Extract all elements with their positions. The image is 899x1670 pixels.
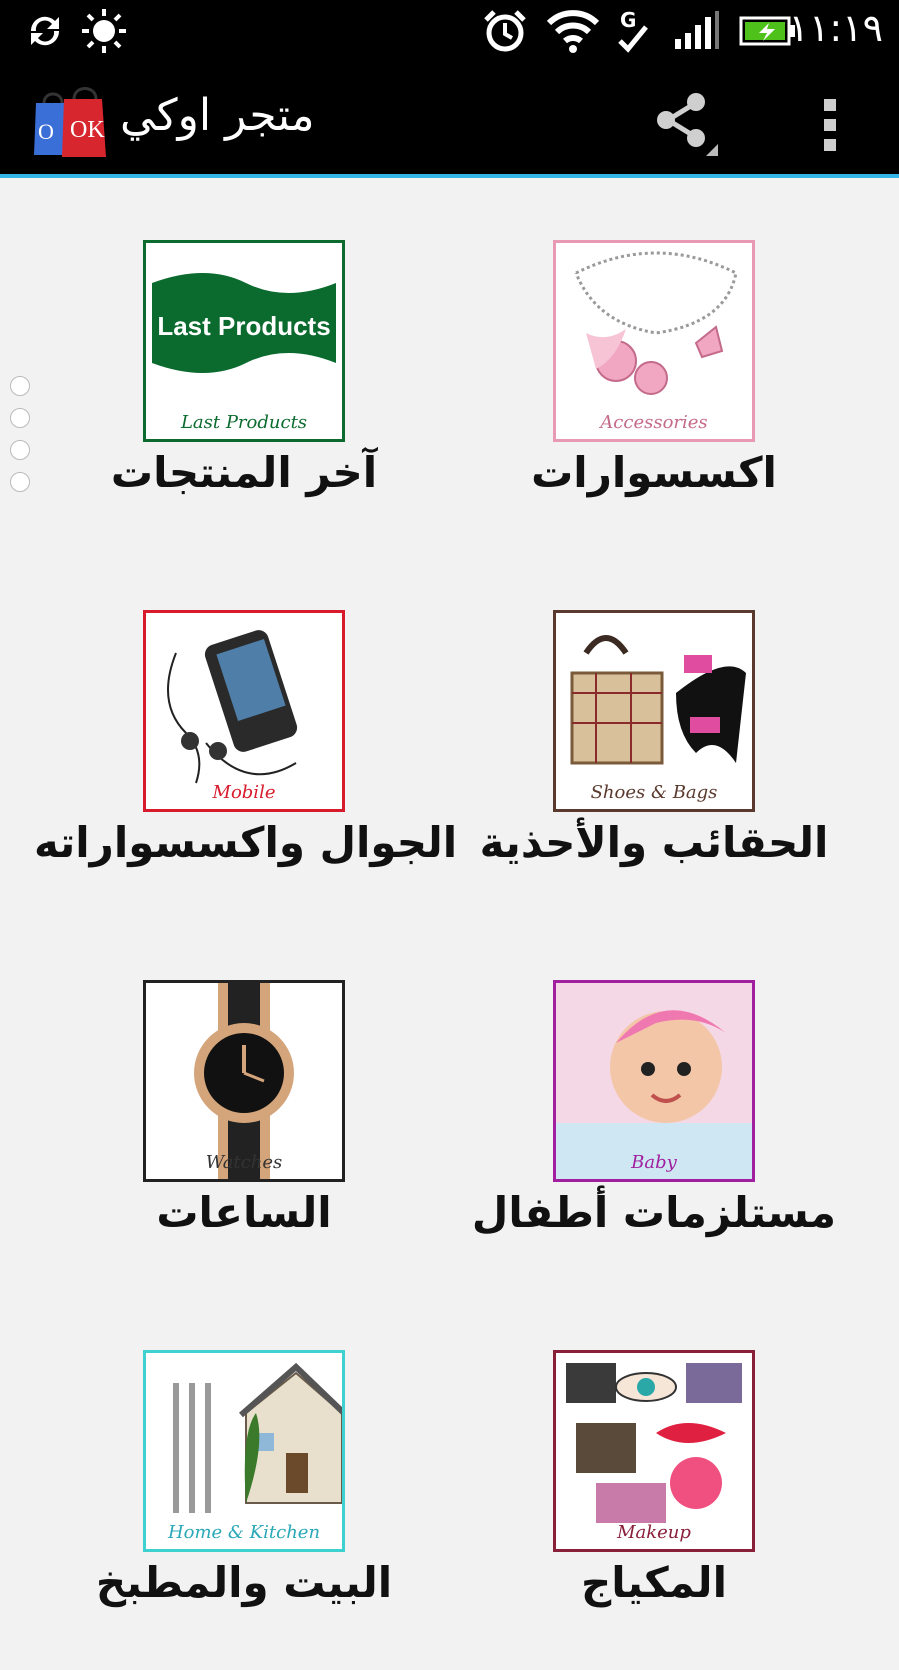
category-image: Accessories [553,240,755,442]
category-image: Makeup [553,1350,755,1552]
category-label: الجوال واكسسواراته [34,818,458,867]
image-caption: Watches [205,1152,283,1173]
overflow-dot [824,119,836,131]
overflow-dot [824,139,836,151]
category-label: المكياج [581,1558,727,1607]
category-shoes-bags[interactable]: Shoes & Bags الحقائب والأحذية [444,610,864,930]
image-caption: Last Products [180,412,308,433]
app-title: متجر اوكي [120,90,315,141]
alarm-icon [480,8,530,54]
page-dot [10,408,30,428]
image-caption: Accessories [600,412,708,433]
category-baby[interactable]: Baby مستلزمات أطفال [444,980,864,1300]
page-dot [10,440,30,460]
category-mobile[interactable]: Mobile الجوال واكسسواراته [34,610,458,930]
category-label: البيت والمطبخ [95,1558,393,1607]
category-last-products[interactable]: Last Products Last Products آخر المنتجات [34,240,454,560]
category-makeup[interactable]: Makeup المكياج [444,1350,864,1670]
category-image: Watches [143,980,345,1182]
overflow-menu-button[interactable] [810,90,850,160]
image-caption: Baby [631,1152,677,1173]
category-image: Home & Kitchen [143,1350,345,1552]
image-caption: Shoes & Bags [590,782,718,803]
category-image: Mobile [143,610,345,812]
svg-text:G: G [620,8,636,32]
signal-icon [672,8,722,54]
category-label: الساعات [156,1188,332,1237]
logo-letter-o: O [38,119,54,144]
logo-text: OK [70,117,105,143]
category-image: Baby [553,980,755,1182]
page-indicator [10,376,32,504]
overflow-dot [824,99,836,111]
image-caption: Mobile [212,782,276,803]
category-watches[interactable]: Watches الساعات [34,980,454,1300]
sync-icon [20,8,70,54]
category-image: Last Products Last Products [143,240,345,442]
share-button[interactable] [650,90,720,160]
app-logo[interactable]: O OK [30,81,110,161]
share-icon [657,93,718,156]
image-caption: Home & Kitchen [167,1522,321,1543]
category-image: Shoes & Bags [553,610,755,812]
g-data-icon: G [612,8,656,54]
category-accessories[interactable]: Accessories اكسسوارات [444,240,864,560]
banner-text: Last Products [157,311,330,341]
category-home-kitchen[interactable]: Home & Kitchen البيت والمطبخ [34,1350,454,1670]
brightness-icon [78,8,130,54]
image-caption: Makeup [617,1522,691,1543]
status-bar: G ١١:١٩ [0,0,899,62]
action-bar: O OK متجر اوكي [0,62,899,178]
category-label: اكسسوارات [531,448,777,497]
page-dot [10,472,30,492]
wifi-icon [545,8,601,54]
clock-time: ١١:١٩ [788,6,883,50]
page-dot [10,376,30,396]
category-label: مستلزمات أطفال [471,1188,837,1237]
category-label: آخر المنتجات [110,448,378,497]
category-label: الحقائب والأحذية [479,818,829,867]
